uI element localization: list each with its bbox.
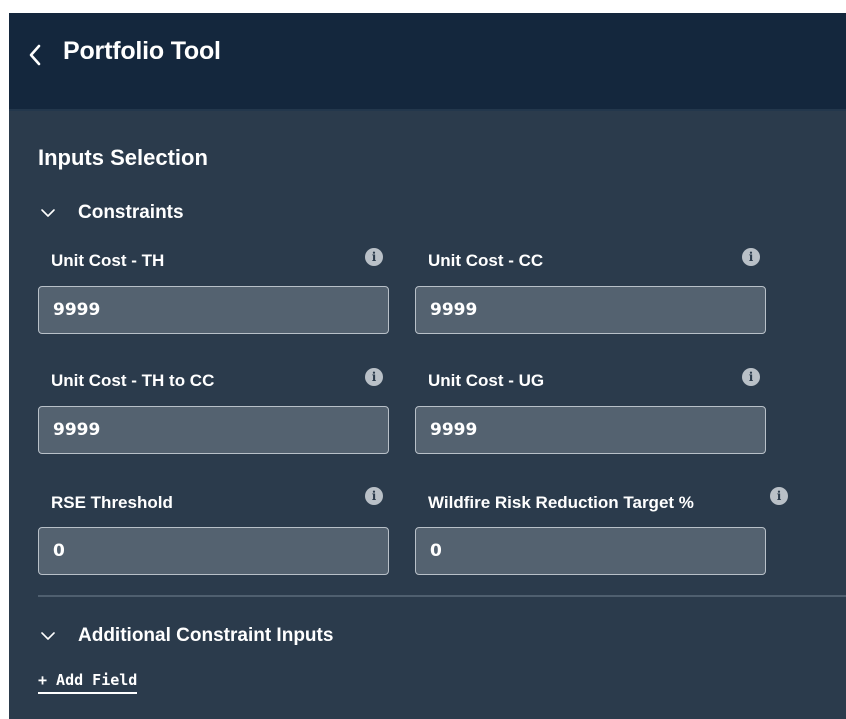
back-button[interactable] xyxy=(27,40,43,70)
chevron-left-icon xyxy=(29,44,41,66)
info-icon[interactable]: i xyxy=(365,487,383,505)
info-icon[interactable]: i xyxy=(365,248,383,266)
info-icon[interactable]: i xyxy=(742,248,760,266)
unit-cost-th-label: Unit Cost - TH xyxy=(51,251,165,270)
section-divider xyxy=(38,595,846,597)
info-icon[interactable]: i xyxy=(365,368,383,386)
unit-cost-cc-label: Unit Cost - CC xyxy=(428,251,544,270)
additional-constraint-inputs-accordion-toggle[interactable]: Additional Constraint Inputs xyxy=(40,625,333,647)
wildfire-risk-reduction-target-label: Wildfire Risk Reduction Target % xyxy=(428,493,694,512)
info-icon[interactable]: i xyxy=(742,368,760,386)
chevron-down-icon xyxy=(41,209,55,217)
add-field-button[interactable]: + Add Field xyxy=(38,671,138,694)
portfolio-tool-panel: Portfolio Tool Inputs Selection Constrai… xyxy=(9,13,846,719)
inputs-selection-title: Inputs Selection xyxy=(38,145,208,170)
wildfire-risk-reduction-target-input[interactable] xyxy=(415,527,766,575)
unit-cost-th-input[interactable] xyxy=(38,286,389,334)
info-icon[interactable]: i xyxy=(770,487,788,505)
constraints-accordion-toggle[interactable]: Constraints xyxy=(40,202,184,224)
rse-threshold-input[interactable] xyxy=(38,527,389,575)
rse-threshold-label: RSE Threshold xyxy=(51,493,173,512)
chevron-down-icon xyxy=(41,632,55,640)
unit-cost-th-to-cc-label: Unit Cost - TH to CC xyxy=(51,371,215,390)
unit-cost-ug-label: Unit Cost - UG xyxy=(428,371,545,390)
constraints-label: Constraints xyxy=(78,202,184,223)
unit-cost-cc-input[interactable] xyxy=(415,286,766,334)
additional-constraint-inputs-label: Additional Constraint Inputs xyxy=(78,625,334,646)
unit-cost-th-to-cc-input[interactable] xyxy=(38,406,389,454)
page-title: Portfolio Tool xyxy=(63,37,221,65)
unit-cost-ug-input[interactable] xyxy=(415,406,766,454)
header-bar: Portfolio Tool xyxy=(9,13,846,111)
